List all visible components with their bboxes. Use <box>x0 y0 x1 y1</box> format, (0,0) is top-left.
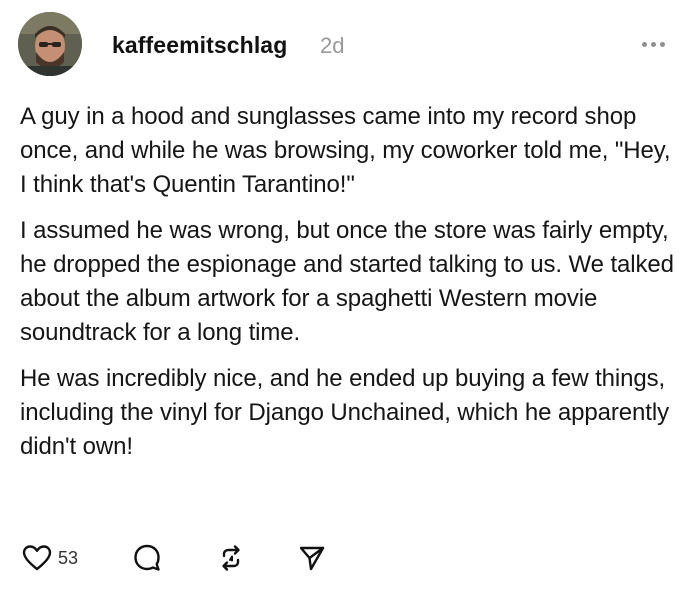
post-actions: 53 <box>22 540 422 580</box>
dot <box>642 42 647 47</box>
post-header: kaffeemitschlag 2d <box>18 12 678 78</box>
post-paragraph: A guy in a hood and sunglasses came into… <box>20 103 671 198</box>
send-icon <box>299 546 325 571</box>
repost-icon <box>222 545 240 571</box>
user-avatar[interactable] <box>18 12 82 76</box>
post-card: kaffeemitschlag 2d A guy in a hood and s… <box>0 0 693 600</box>
dot <box>651 42 656 47</box>
post-paragraph: He was incredibly nice, and he ended up … <box>20 365 669 460</box>
comment-icon <box>134 544 160 571</box>
username[interactable]: kaffeemitschlag <box>112 32 287 59</box>
share-button[interactable] <box>297 540 327 576</box>
ellipsis-icon[interactable] <box>640 38 670 50</box>
like-button[interactable]: 53 <box>22 540 78 576</box>
like-count: 53 <box>58 547 79 568</box>
avatar-image <box>18 12 82 76</box>
repost-button[interactable] <box>216 540 246 576</box>
reply-button[interactable] <box>132 540 162 576</box>
post-body: A guy in a hood and sunglasses came into… <box>20 100 680 476</box>
heart-icon <box>22 545 52 571</box>
post-paragraph: I assumed he was wrong, but once the sto… <box>20 217 674 346</box>
post-timestamp: 2d <box>320 33 345 58</box>
dot <box>660 42 665 47</box>
